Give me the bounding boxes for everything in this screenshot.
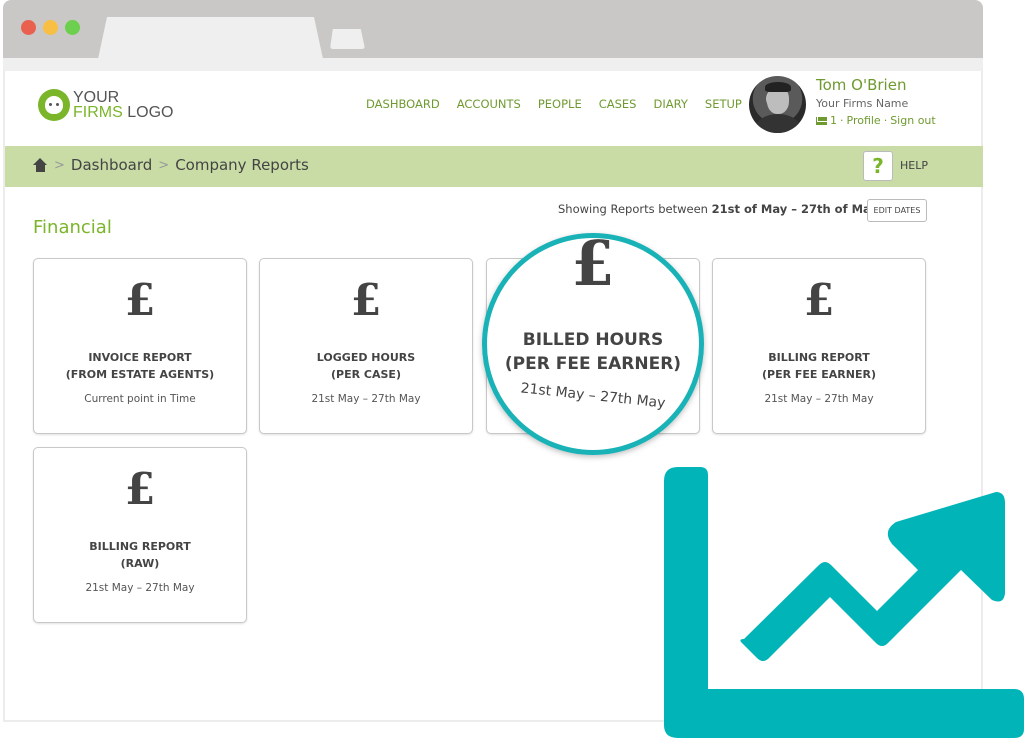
separator: · bbox=[840, 114, 844, 127]
card-subtitle: (PER CASE) bbox=[331, 368, 401, 381]
nav-diary[interactable]: DIARY bbox=[653, 97, 687, 111]
card-period: 21st May – 27th May bbox=[519, 380, 667, 412]
edit-dates-button[interactable]: EDIT DATES bbox=[867, 199, 927, 222]
breadcrumb-bar: > Dashboard > Company Reports ? HELP bbox=[5, 146, 983, 187]
report-card-billing-fee-earner[interactable]: £ BILLING REPORT (PER FEE EARNER) 21st Ma… bbox=[712, 258, 926, 434]
browser-titlebar bbox=[3, 0, 983, 59]
breadcrumb-current: Company Reports bbox=[175, 156, 309, 174]
maximize-window-button[interactable] bbox=[65, 20, 80, 35]
nav-cases[interactable]: CASES bbox=[599, 97, 637, 111]
envelope-icon[interactable] bbox=[816, 116, 827, 125]
card-subtitle: (RAW) bbox=[120, 557, 160, 570]
question-icon: ? bbox=[872, 154, 884, 178]
separator: · bbox=[883, 114, 888, 127]
card-period: 21st May – 27th May bbox=[311, 393, 421, 405]
card-period: Current point in Time bbox=[84, 393, 196, 405]
card-title: INVOICE REPORT bbox=[88, 351, 192, 364]
card-title: BILLING REPORT bbox=[768, 351, 870, 364]
breadcrumb: > Dashboard > Company Reports bbox=[33, 156, 309, 174]
nav-setup[interactable]: SETUP bbox=[705, 97, 742, 111]
breadcrumb-dashboard[interactable]: Dashboard bbox=[71, 156, 152, 174]
section-title: Financial bbox=[33, 217, 112, 238]
nav-dashboard[interactable]: DASHBOARD bbox=[366, 97, 440, 111]
logo-line1: YOUR bbox=[73, 89, 120, 106]
card-subtitle: (FROM ESTATE AGENTS) bbox=[65, 368, 215, 381]
pound-icon: £ bbox=[803, 275, 835, 326]
firm-logo[interactable]: YOUR FIRMS LOGO bbox=[38, 89, 173, 121]
browser-tab[interactable] bbox=[98, 17, 323, 59]
pound-icon: £ bbox=[124, 464, 156, 515]
avatar[interactable] bbox=[749, 76, 806, 133]
range-prefix: Showing Reports between bbox=[558, 202, 712, 216]
user-links: 1 · Profile · Sign out bbox=[816, 114, 936, 127]
card-title: LOGGED HOURS bbox=[316, 351, 416, 364]
nav-accounts[interactable]: ACCOUNTS bbox=[457, 97, 521, 111]
user-name[interactable]: Tom O'Brien bbox=[816, 76, 906, 94]
nav-people[interactable]: PEOPLE bbox=[538, 97, 582, 111]
signout-link[interactable]: Sign out bbox=[890, 114, 936, 127]
card-subtitle: (PER FEE EARNER) bbox=[762, 368, 876, 381]
help-button[interactable]: ? bbox=[863, 151, 893, 181]
close-window-button[interactable] bbox=[21, 20, 36, 35]
card-period: 21st May – 27th May bbox=[85, 582, 195, 594]
card-period: 21st May – 27th May bbox=[764, 393, 874, 405]
browser-toolbar bbox=[3, 58, 983, 71]
report-card-billing-raw[interactable]: £ BILLING REPORT (RAW) 21st May – 27th Ma… bbox=[33, 447, 247, 623]
new-tab-button[interactable] bbox=[330, 29, 365, 49]
pound-icon: £ bbox=[350, 275, 382, 326]
home-icon[interactable] bbox=[33, 158, 48, 172]
report-card-invoice[interactable]: £ INVOICE REPORT (FROM ESTATE AGENTS) Cur… bbox=[33, 258, 247, 434]
card-title: BILLING REPORT bbox=[89, 540, 191, 553]
breadcrumb-separator: > bbox=[158, 157, 170, 173]
range-value: 21st of May – 27th of May bbox=[711, 202, 878, 216]
card-subtitle: (PER FEE EARNER) bbox=[504, 354, 682, 374]
trending-up-chart-icon bbox=[664, 467, 1024, 738]
logo-line2-green: FIRMS bbox=[73, 104, 123, 121]
minimize-window-button[interactable] bbox=[43, 20, 58, 35]
date-range-text: Showing Reports between 21st of May – 27… bbox=[558, 202, 878, 216]
logo-icon bbox=[38, 89, 70, 121]
help-label[interactable]: HELP bbox=[900, 159, 928, 172]
user-firm: Your Firms Name bbox=[816, 97, 909, 110]
breadcrumb-separator: > bbox=[54, 157, 65, 173]
message-count[interactable]: 1 bbox=[830, 114, 837, 127]
profile-link[interactable]: Profile bbox=[847, 114, 881, 127]
magnifier-billed-hours[interactable]: £ BILLED HOURS (PER FEE EARNER) 21st May … bbox=[482, 233, 704, 455]
main-nav: DASHBOARD ACCOUNTS PEOPLE CASES DIARY SE… bbox=[366, 97, 742, 111]
report-card-logged-hours[interactable]: £ LOGGED HOURS (PER CASE) 21st May – 27th… bbox=[259, 258, 473, 434]
pound-icon: £ bbox=[124, 275, 156, 326]
card-title: BILLED HOURS bbox=[522, 330, 664, 350]
logo-line2-dark: LOGO bbox=[127, 104, 174, 121]
